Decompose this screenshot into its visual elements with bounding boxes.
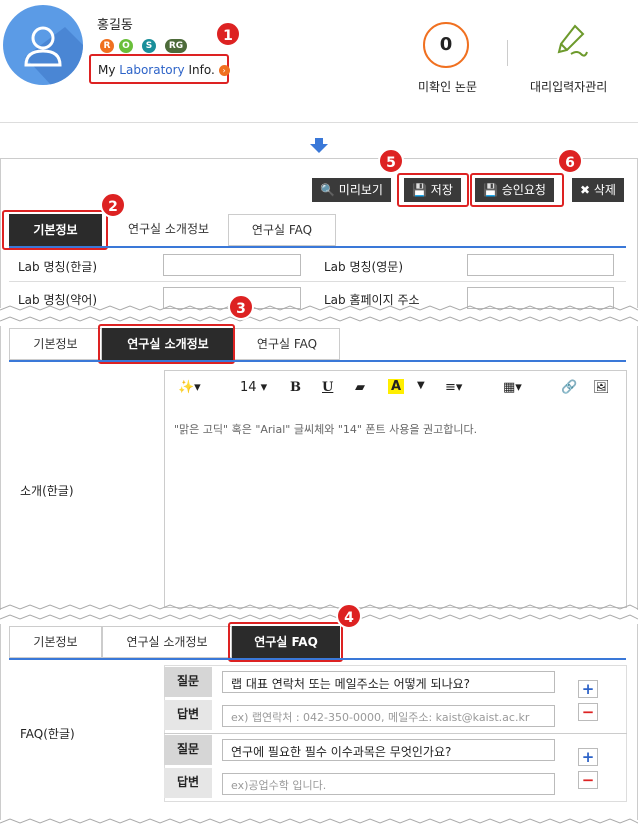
- highlight-color-icon[interactable]: A: [388, 379, 405, 394]
- my-lab-pre: My: [98, 63, 120, 77]
- highlight-box: [470, 173, 564, 207]
- image-icon[interactable]: 🖼: [593, 380, 610, 395]
- remove-row-button[interactable]: −: [578, 703, 598, 721]
- callout-1: 1: [215, 21, 241, 47]
- intro-label: 소개(한글): [20, 484, 74, 498]
- divider: [164, 733, 627, 734]
- my-lab-post: Info.: [184, 63, 215, 77]
- tab-basic-info[interactable]: 기본정보: [9, 328, 102, 360]
- font-size-value: 14: [240, 380, 257, 395]
- rich-text-editor[interactable]: [164, 370, 627, 608]
- lab-name-ko-label: Lab 명칭(한글): [18, 260, 97, 274]
- callout-5: 5: [378, 148, 404, 174]
- link-icon[interactable]: 🔗: [561, 380, 577, 395]
- callout-2: 2: [100, 192, 126, 218]
- align-icon[interactable]: ≡▾: [445, 380, 462, 395]
- unread-label: 미확인 논문: [418, 80, 478, 94]
- faq-answer-input[interactable]: ex) 랩연락처 : 042-350-0000, 메일주소: kaist@kai…: [222, 705, 555, 727]
- cut-edge: [0, 316, 638, 322]
- tab-underline: [9, 246, 626, 248]
- unread-count[interactable]: 0: [423, 22, 469, 68]
- my-laboratory-info-link[interactable]: My Laboratory Info. ›: [89, 54, 230, 84]
- pen-icon[interactable]: [553, 22, 589, 64]
- cut-edge: [0, 818, 638, 824]
- badge-rg[interactable]: RG: [165, 39, 187, 53]
- delete-button[interactable]: ✖ 삭제: [572, 178, 624, 202]
- faq-answer-input[interactable]: ex)공업수학 입니다.: [222, 773, 555, 795]
- add-row-button[interactable]: +: [578, 680, 598, 698]
- lab-name-ko-input[interactable]: [163, 254, 301, 276]
- chevron-down-icon[interactable]: ▼: [417, 380, 425, 391]
- add-row-button[interactable]: +: [578, 748, 598, 766]
- faq-question-input[interactable]: 랩 대표 연락처 또는 메일주소는 어떻게 되나요?: [222, 671, 555, 693]
- question-label: 질문: [164, 735, 212, 765]
- avatar: [3, 5, 83, 85]
- tab-underline: [9, 360, 626, 362]
- preview-label: 미리보기: [338, 183, 383, 197]
- highlight-box: [397, 173, 469, 207]
- tab-lab-faq[interactable]: 연구실 FAQ: [234, 328, 340, 360]
- highlight-box: [2, 210, 108, 250]
- callout-3: 3: [228, 294, 254, 320]
- underline-icon[interactable]: U: [322, 380, 333, 395]
- user-icon: [24, 26, 83, 85]
- tab-lab-faq[interactable]: 연구실 FAQ: [228, 214, 336, 246]
- cut-edge: [0, 305, 638, 311]
- faq-question-input[interactable]: 연구에 필요한 필수 이수과목은 무엇인가요?: [222, 739, 555, 761]
- question-label: 질문: [164, 667, 212, 697]
- tab-underline: [9, 658, 626, 660]
- search-icon: 🔍: [320, 183, 335, 197]
- proxy-manage-label[interactable]: 대리입력자관리: [530, 78, 607, 95]
- callout-4: 4: [336, 603, 362, 629]
- tab-lab-intro[interactable]: 연구실 소개정보: [109, 214, 228, 246]
- magic-wand-icon[interactable]: ✨▾: [178, 380, 201, 395]
- delete-label: 삭제: [593, 183, 616, 197]
- answer-label: 답변: [164, 700, 212, 730]
- preview-button[interactable]: 🔍 미리보기: [312, 178, 391, 202]
- cut-edge: [0, 604, 638, 610]
- faq-label: FAQ(한글): [20, 727, 75, 741]
- callout-6: 6: [557, 148, 583, 174]
- badge-s[interactable]: S: [142, 39, 156, 53]
- badge-o[interactable]: O: [119, 39, 133, 53]
- badge-r[interactable]: R: [100, 39, 114, 53]
- highlight-box: [228, 622, 343, 662]
- font-size-select[interactable]: 14 ▾: [240, 380, 267, 395]
- tab-basic-info[interactable]: 기본정보: [9, 626, 102, 658]
- close-icon: ✖: [580, 183, 591, 197]
- divider: [9, 281, 626, 282]
- user-name: 홍길동: [97, 18, 133, 33]
- answer-label: 답변: [164, 768, 212, 798]
- remove-row-button[interactable]: −: [578, 771, 598, 789]
- bold-icon[interactable]: B: [290, 380, 301, 395]
- highlight-box: [98, 324, 235, 364]
- arrow-down-icon: [310, 138, 328, 158]
- my-lab-highlight: Laboratory: [119, 63, 185, 77]
- editor-hint: "맑은 고딕" 혹은 "Arial" 글씨체와 "14" 폰트 사용을 권고합니…: [174, 423, 478, 436]
- lab-name-en-label: Lab 명칭(영문): [324, 260, 403, 274]
- eraser-icon[interactable]: ▰: [355, 380, 365, 395]
- divider: [507, 40, 508, 66]
- chevron-right-icon: ›: [218, 65, 230, 76]
- table-icon[interactable]: ▦▾: [503, 380, 522, 395]
- tab-lab-intro[interactable]: 연구실 소개정보: [102, 626, 232, 658]
- lab-name-en-input[interactable]: [467, 254, 614, 276]
- divider: [0, 122, 638, 123]
